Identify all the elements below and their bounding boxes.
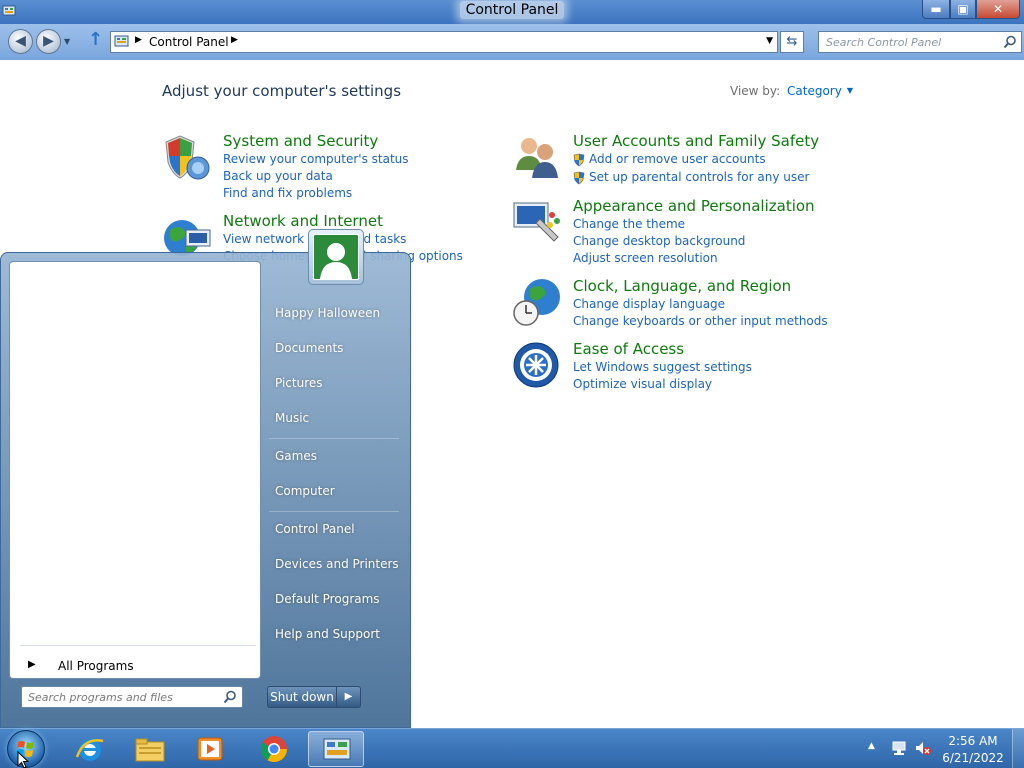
control-panel-icon	[114, 35, 129, 47]
page-title: Adjust your computer's settings	[162, 82, 402, 100]
start-item-documents[interactable]: Documents	[275, 341, 343, 355]
view-by-label: View by:	[730, 84, 781, 98]
link-parental-controls[interactable]: Set up parental controls for any user	[589, 170, 809, 184]
shield-icon	[165, 135, 210, 180]
navigation-bar: ◀ ▶ ▼ ↑ ▶ Control Panel ▶ ▼ ⇆	[0, 24, 1024, 60]
shutdown-options-arrow-icon[interactable]: ▶	[337, 686, 361, 708]
uac-shield-icon	[573, 153, 585, 167]
clock-time: 2:56 AM	[948, 734, 998, 748]
category-title[interactable]: Clock, Language, and Region	[573, 277, 791, 295]
link-change-theme[interactable]: Change the theme	[573, 217, 685, 231]
user-silhouette-icon	[320, 243, 352, 279]
link-screen-resolution[interactable]: Adjust screen resolution	[573, 251, 718, 265]
chevron-down-icon[interactable]: ▼	[766, 36, 773, 46]
address-bar[interactable]: ▶ Control Panel ▶ ▼	[110, 31, 778, 53]
triangle-right-icon: ▶	[28, 659, 36, 670]
maximize-button[interactable]: ▣	[950, 0, 976, 19]
start-search-input[interactable]	[22, 687, 218, 707]
close-button[interactable]: ✕	[976, 0, 1020, 19]
taskbar-file-explorer[interactable]	[122, 731, 178, 767]
link-suggest-settings[interactable]: Let Windows suggest settings	[573, 360, 752, 374]
divider	[269, 511, 399, 512]
chrome-icon	[260, 736, 288, 763]
category-title[interactable]: Ease of Access	[573, 340, 684, 358]
refresh-button[interactable]: ⇆	[780, 31, 804, 53]
link-optimize-display[interactable]: Optimize visual display	[573, 377, 712, 391]
start-item-happy-halloween[interactable]: Happy Halloween	[275, 306, 380, 320]
window-titlebar[interactable]: Control Panel ▬ ▣ ✕	[0, 0, 1024, 24]
start-item-music[interactable]: Music	[275, 411, 309, 425]
globe-clock-icon	[513, 279, 560, 326]
back-button[interactable]: ◀	[8, 29, 33, 54]
shutdown-button[interactable]: Shut down	[267, 686, 337, 708]
start-item-default-programs[interactable]: Default Programs	[275, 592, 380, 606]
ease-of-access-icon	[513, 342, 559, 388]
system-clock[interactable]: 2:56 AM 6/21/2022	[942, 733, 1004, 767]
search-icon[interactable]	[1003, 35, 1017, 49]
media-player-icon	[197, 737, 223, 761]
divider	[20, 645, 256, 646]
start-item-games[interactable]: Games	[275, 449, 317, 463]
recent-pages-dropdown[interactable]: ▼	[64, 37, 70, 46]
network-icon[interactable]	[890, 739, 908, 757]
start-item-pictures[interactable]: Pictures	[275, 376, 323, 390]
category-title[interactable]: Appearance and Personalization	[573, 197, 815, 215]
link-add-remove-accounts[interactable]: Add or remove user accounts	[589, 152, 766, 166]
internet-explorer-icon	[75, 739, 104, 761]
category-title[interactable]: Network and Internet	[223, 212, 383, 230]
monitor-paint-icon	[513, 202, 560, 242]
up-arrow-icon[interactable]: ↑	[88, 31, 104, 50]
start-search-box[interactable]	[21, 686, 243, 708]
show-desktop-button[interactable]	[1012, 729, 1024, 768]
breadcrumb-arrow-icon[interactable]: ▶	[135, 35, 142, 45]
link-display-language[interactable]: Change display language	[573, 297, 725, 311]
start-menu: ▶ All Programs Happy Halloween Documents…	[0, 252, 411, 728]
all-programs-label: All Programs	[58, 659, 134, 673]
window-title: Control Panel	[0, 1, 1024, 19]
divider	[269, 438, 399, 439]
start-item-control-panel[interactable]: Control Panel	[275, 522, 355, 536]
minimize-button[interactable]: ▬	[922, 0, 950, 19]
users-icon	[516, 138, 558, 178]
forward-button[interactable]: ▶	[36, 29, 61, 54]
taskbar: ▲ 2:56 AM 6/21/2022	[0, 728, 1024, 768]
start-item-devices-printers[interactable]: Devices and Printers	[275, 557, 399, 571]
link-desktop-background[interactable]: Change desktop background	[573, 234, 745, 248]
link-find-fix-problems[interactable]: Find and fix problems	[223, 186, 352, 200]
all-programs-button[interactable]: ▶ All Programs	[18, 656, 254, 678]
start-menu-programs-pane: ▶ All Programs	[9, 261, 261, 679]
start-item-help-support[interactable]: Help and Support	[275, 627, 380, 641]
taskbar-control-panel[interactable]	[308, 731, 364, 767]
category-title[interactable]: User Accounts and Family Safety	[573, 132, 819, 150]
breadcrumb-control-panel[interactable]: Control Panel	[149, 35, 229, 49]
link-review-status[interactable]: Review your computer's status	[223, 152, 409, 166]
start-item-computer[interactable]: Computer	[275, 484, 335, 498]
file-explorer-icon	[135, 738, 165, 762]
breadcrumb-arrow-icon[interactable]: ▶	[231, 35, 238, 45]
volume-muted-icon[interactable]	[914, 739, 932, 757]
taskbar-chrome[interactable]	[246, 731, 302, 767]
link-back-up-data[interactable]: Back up your data	[223, 169, 333, 183]
taskbar-internet-explorer[interactable]	[62, 731, 118, 767]
show-hidden-icons-arrow[interactable]: ▲	[868, 741, 875, 751]
taskbar-media-player[interactable]	[182, 731, 238, 767]
control-panel-icon	[323, 738, 351, 760]
view-by-dropdown[interactable]: Category ▼	[787, 84, 853, 98]
link-keyboards-input[interactable]: Change keyboards or other input methods	[573, 314, 828, 328]
dropdown-arrow-icon: ▼	[846, 86, 853, 95]
category-title[interactable]: System and Security	[223, 132, 378, 150]
user-avatar[interactable]	[308, 229, 364, 285]
search-box[interactable]	[818, 31, 1022, 53]
clock-date: 6/21/2022	[942, 751, 1004, 765]
uac-shield-icon	[573, 171, 585, 185]
mouse-pointer-icon	[17, 751, 29, 768]
search-input[interactable]	[819, 32, 999, 52]
search-icon[interactable]	[223, 690, 237, 704]
